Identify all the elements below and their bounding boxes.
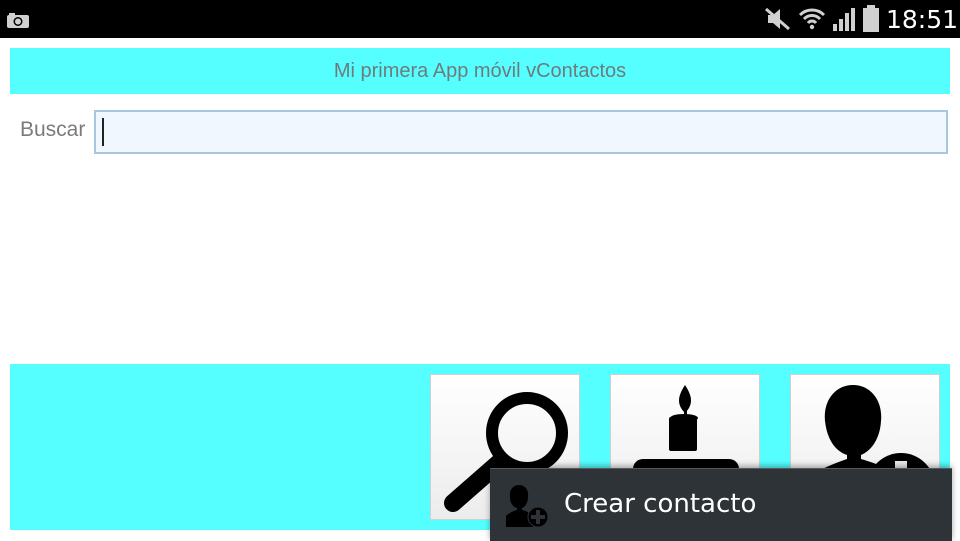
app-title: Mi primera App móvil vContactos: [333, 59, 627, 82]
camera-icon: [7, 13, 29, 28]
battery-icon: [862, 5, 879, 32]
clock: 18:51: [885, 4, 958, 34]
app-title-bar: Mi primera App móvil vContactos: [10, 48, 950, 94]
add-contact-icon: [506, 485, 548, 527]
create-contact-menu-item[interactable]: Crear contacto: [490, 468, 952, 541]
wifi-icon: [798, 8, 826, 30]
search-input[interactable]: [94, 110, 948, 154]
mute-icon: [764, 7, 790, 31]
text-cursor: [102, 118, 104, 146]
signal-icon: [832, 8, 855, 31]
create-contact-label: Crear contacto: [564, 489, 757, 519]
status-bar: 18:51: [0, 0, 960, 38]
search-label: Buscar: [20, 118, 86, 141]
